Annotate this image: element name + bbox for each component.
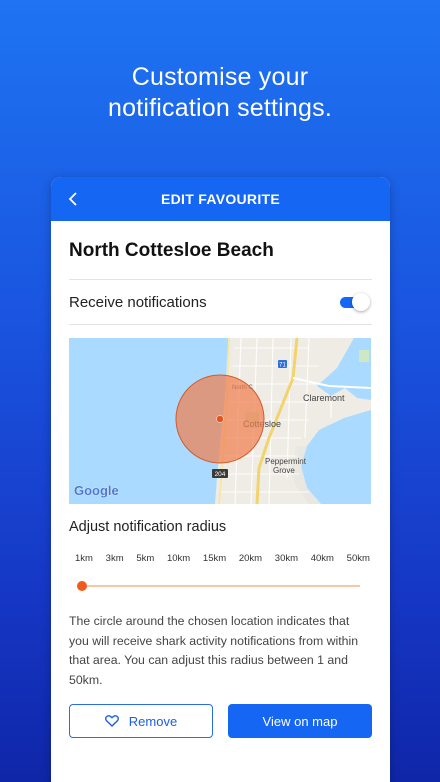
map-label-grove: Grove [273,466,295,475]
map-label-claremont: Claremont [303,393,345,403]
notification-toggle[interactable] [340,293,370,311]
card-content: North Cottesloe Beach Receive notificati… [51,221,390,738]
back-button[interactable] [61,187,85,211]
location-marker [216,415,224,423]
map-park [359,350,369,362]
tick-30km[interactable]: 30km [275,553,298,564]
promo-line-2: notification settings. [108,94,332,122]
map-graphic: 71 204 North C Claremont Cottesloe Peppe… [69,338,371,504]
divider [69,324,372,325]
promo-text: Customise your notification settings. [0,62,440,124]
tick-40km[interactable]: 40km [311,553,334,564]
route-71-label: 71 [279,363,286,369]
slider-track[interactable] [79,585,360,587]
tick-50km[interactable]: 50km [347,553,370,564]
route-204-label: 204 [215,471,226,478]
radius-tick-labels: 1km 3km 5km 10km 15km 20km 30km 40km 50k… [69,553,372,564]
tick-1km[interactable]: 1km [75,553,93,564]
tick-5km[interactable]: 5km [136,553,154,564]
promo-line-1: Customise your [131,63,309,91]
notification-row: Receive notifications [69,280,372,324]
action-buttons: Remove View on map [69,704,372,738]
radius-label: Adjust notification radius [69,519,227,535]
header-title: EDIT FAVOURITE [160,191,281,207]
remove-button-label: Remove [128,713,178,729]
view-on-map-button[interactable]: View on map [228,704,372,738]
radius-description: The circle around the chosen location in… [69,614,359,687]
google-logo: Google [74,483,119,498]
tick-20km[interactable]: 20km [239,553,262,564]
chevron-left-icon [68,192,77,206]
tick-10km[interactable]: 10km [167,553,190,564]
tick-3km[interactable]: 3km [106,553,124,564]
remove-button[interactable]: Remove [69,704,213,738]
map-label-peppermint: Peppermint [265,457,307,466]
tick-15km[interactable]: 15km [203,553,226,564]
edit-favourite-card: EDIT FAVOURITE North Cottesloe Beach Rec… [51,177,390,782]
toggle-knob [352,293,370,311]
place-title: North Cottesloe Beach [69,240,274,261]
slider-thumb[interactable] [77,581,87,591]
map-view[interactable]: 71 204 North C Claremont Cottesloe Peppe… [69,338,371,504]
radius-slider[interactable] [69,576,372,596]
heart-icon [104,715,119,727]
notification-label: Receive notifications [69,293,207,311]
card-header: EDIT FAVOURITE [51,177,390,221]
view-on-map-label: View on map [262,713,338,729]
